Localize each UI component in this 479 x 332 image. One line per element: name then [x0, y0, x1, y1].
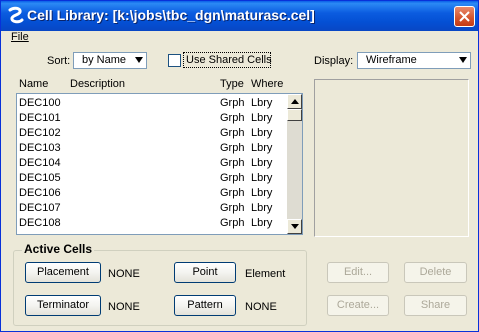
cell-name: DEC100: [19, 97, 61, 109]
pattern-value: NONE: [245, 301, 277, 313]
edit-button[interactable]: Edit...: [327, 262, 389, 283]
chevron-down-icon: [459, 57, 467, 63]
close-icon: [459, 11, 470, 22]
cell-type: Grph: [220, 202, 245, 214]
delete-button-label: Delete: [419, 266, 452, 278]
cell-where: Lbry: [251, 172, 273, 184]
cell-name: DEC104: [19, 157, 61, 169]
point-button-label: Point: [192, 266, 218, 278]
cell-type: Grph: [220, 142, 245, 154]
list-item[interactable]: DEC105 Grph Lbry: [17, 172, 288, 187]
cell-where: Lbry: [251, 127, 273, 139]
terminator-button[interactable]: Terminator: [25, 295, 101, 316]
cell-type: Grph: [220, 217, 245, 229]
display-label: Display:: [314, 55, 354, 67]
cell-type: Grph: [220, 187, 245, 199]
pattern-button[interactable]: Pattern: [174, 295, 236, 316]
cell-type: Grph: [220, 172, 245, 184]
list-item[interactable]: DEC107 Grph Lbry: [17, 202, 288, 217]
cell-name: DEC108: [19, 217, 61, 229]
create-button[interactable]: Create...: [327, 295, 389, 316]
sort-dropdown[interactable]: by Name: [73, 52, 147, 69]
window-title: Cell Library: [k:\jobs\tbc_dgn\maturasc.…: [27, 7, 315, 23]
cell-where: Lbry: [251, 202, 273, 214]
point-button[interactable]: Point: [174, 262, 236, 283]
arrow-down-icon: [291, 224, 299, 229]
scroll-thumb[interactable]: [287, 109, 302, 121]
use-shared-cells-checkbox[interactable]: [168, 54, 181, 67]
cell-where: Lbry: [251, 157, 273, 169]
list-item[interactable]: DEC103 Grph Lbry: [17, 142, 288, 157]
microstation-app-icon: [8, 6, 24, 24]
cell-name: DEC101: [19, 112, 61, 124]
arrow-up-icon: [291, 99, 299, 104]
sort-value: by Name: [82, 54, 127, 66]
title-bar[interactable]: Cell Library: [k:\jobs\tbc_dgn\maturasc.…: [1, 1, 478, 31]
cell-type: Grph: [220, 157, 245, 169]
cell-where: Lbry: [251, 142, 273, 154]
cell-where: Lbry: [251, 187, 273, 199]
column-header-where: Where: [251, 78, 284, 90]
column-header-name: Name: [19, 78, 49, 90]
column-header-type: Type: [220, 78, 244, 90]
placement-button-label: Placement: [37, 266, 89, 278]
cell-name: DEC102: [19, 127, 61, 139]
list-item[interactable]: DEC101 Grph Lbry: [17, 112, 288, 127]
pattern-button-label: Pattern: [187, 299, 223, 311]
share-button[interactable]: Share: [404, 295, 467, 316]
terminator-button-label: Terminator: [37, 299, 89, 311]
list-scrollbar[interactable]: [287, 94, 302, 234]
cell-name: DEC107: [19, 202, 61, 214]
use-shared-cells-label[interactable]: Use Shared Cells: [186, 54, 272, 66]
cell-preview-pane: [314, 79, 469, 237]
cell-library-window: Cell Library: [k:\jobs\tbc_dgn\maturasc.…: [0, 0, 479, 332]
placement-button[interactable]: Placement: [25, 262, 101, 283]
list-item[interactable]: DEC100 Grph Lbry: [17, 97, 288, 112]
cell-where: Lbry: [251, 217, 273, 229]
scroll-down-button[interactable]: [287, 219, 302, 234]
cell-list[interactable]: DEC100 Grph Lbry DEC101 Grph Lbry DEC102…: [16, 93, 303, 235]
edit-button-label: Edit...: [343, 266, 373, 278]
sort-label: Sort:: [47, 55, 71, 67]
list-item[interactable]: DEC102 Grph Lbry: [17, 127, 288, 142]
scroll-up-button[interactable]: [287, 94, 302, 109]
chevron-down-icon: [135, 57, 143, 63]
cell-name: DEC103: [19, 142, 61, 154]
close-button[interactable]: [454, 6, 475, 27]
display-value: Wireframe: [366, 54, 417, 66]
delete-button[interactable]: Delete: [404, 262, 467, 283]
cell-where: Lbry: [251, 97, 273, 109]
menu-file[interactable]: File: [11, 31, 29, 43]
cell-where: Lbry: [251, 112, 273, 124]
terminator-value: NONE: [108, 301, 140, 313]
create-button-label: Create...: [336, 299, 380, 311]
cell-type: Grph: [220, 97, 245, 109]
point-value: Element: [245, 268, 286, 280]
list-item[interactable]: DEC106 Grph Lbry: [17, 187, 288, 202]
menu-bar: File: [1, 31, 478, 46]
list-item[interactable]: DEC108 Grph Lbry: [17, 217, 288, 232]
cell-name: DEC105: [19, 172, 61, 184]
cell-type: Grph: [220, 112, 245, 124]
cell-type: Grph: [220, 127, 245, 139]
placement-value: NONE: [108, 268, 140, 280]
display-dropdown[interactable]: Wireframe: [357, 52, 471, 69]
list-item[interactable]: DEC104 Grph Lbry: [17, 157, 288, 172]
share-button-label: Share: [420, 299, 451, 311]
cell-name: DEC106: [19, 187, 61, 199]
scroll-track[interactable]: [287, 121, 302, 219]
column-header-description: Description: [70, 78, 126, 90]
active-cells-title: Active Cells: [22, 242, 95, 256]
